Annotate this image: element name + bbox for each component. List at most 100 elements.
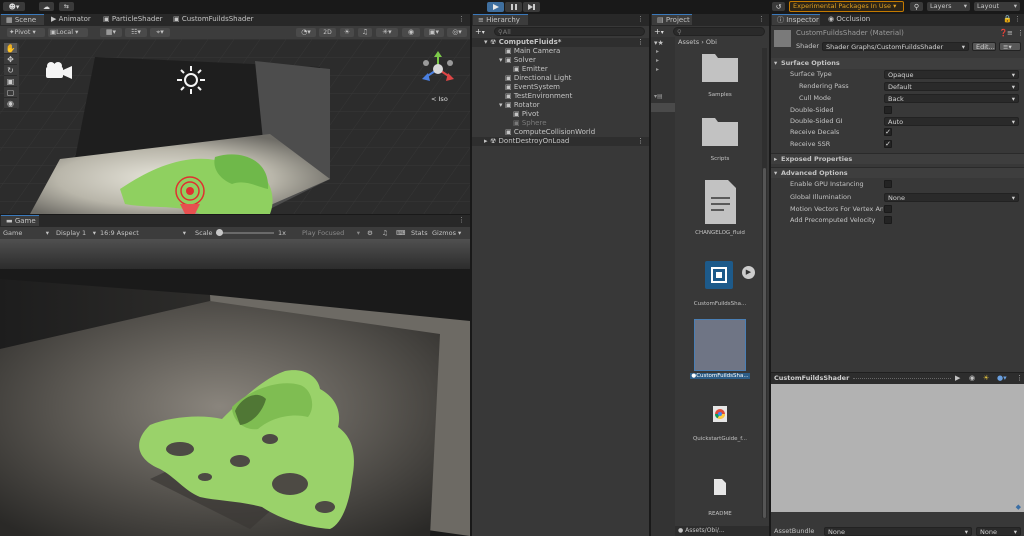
game-mode-dropdown[interactable]: Game ▾ <box>3 227 51 239</box>
frame-debugger-icon[interactable]: ⚙ <box>367 227 373 239</box>
effects-dropdown[interactable]: ✳▾ <box>376 28 398 37</box>
hierarchy-row-compute-collision-world[interactable]: ▣ ComputeCollisionWorld <box>472 128 649 137</box>
hierarchy-row-solver[interactable]: ▾ ▣ Solver <box>472 56 649 65</box>
preview-drag-handle[interactable] <box>853 378 951 379</box>
tab-custom-fluids-shader[interactable]: ▣ CustomFuildsShader <box>168 14 254 25</box>
preview-shape-icon[interactable]: ●▾ <box>997 374 1007 382</box>
grid-snap-button[interactable]: ▦▾ <box>100 28 122 37</box>
pivot-dropdown[interactable]: ✦Pivot ▾ <box>7 28 45 37</box>
collab-button[interactable]: ⇆ <box>59 2 74 11</box>
receive-ssr-checkbox[interactable]: ✓ <box>884 140 892 148</box>
shortcuts-icon[interactable]: ⌨ <box>396 227 405 239</box>
asset-item-custom-fluids-shadergraph[interactable]: ▶ CustomFuildsSha... <box>685 258 755 307</box>
local-dropdown[interactable]: ▣Local ▾ <box>48 28 88 37</box>
directional-light-gizmo-icon[interactable] <box>176 65 206 95</box>
game-more-menu-icon[interactable]: ⋮ <box>458 216 465 224</box>
layout-dropdown[interactable]: Layout ▾ <box>974 2 1020 11</box>
experimental-packages-badge[interactable]: Experimental Packages In Use ▾ <box>789 1 904 12</box>
stats-toggle[interactable]: Stats <box>411 227 428 239</box>
tab-occlusion[interactable]: ◉ Occlusion <box>823 14 873 25</box>
account-dropdown[interactable]: ☻ ▾ <box>3 2 25 11</box>
draw-mode-dropdown[interactable]: ◔▾ <box>296 28 316 37</box>
motion-vectors-checkbox[interactable] <box>884 205 892 213</box>
hierarchy-row-directional-light[interactable]: ▣ Directional Light <box>472 74 649 83</box>
mute-audio-icon[interactable]: ♫ <box>382 227 388 239</box>
section-surface-options[interactable]: ▾ Surface Options <box>771 58 1024 69</box>
gizmos-dropdown[interactable]: ◎▾ <box>447 28 467 37</box>
incremental-snap-button[interactable]: ⌖▾ <box>150 28 170 37</box>
inspector-lock-icon[interactable]: 🔒 <box>1003 15 1012 23</box>
section-advanced-options[interactable]: ▾ Advanced Options <box>771 167 1024 178</box>
edit-shader-button[interactable]: Edit... <box>972 42 996 51</box>
layers-dropdown[interactable]: Layers ▾ <box>927 2 970 11</box>
surface-type-dropdown[interactable]: Opaque ▾ <box>884 70 1019 79</box>
project-more-menu-icon[interactable]: ⋮ <box>758 15 765 23</box>
tab-inspector[interactable]: ⓘ Inspector <box>772 14 820 25</box>
assetbundle-variant-dropdown[interactable]: None ▾ <box>976 527 1021 536</box>
tree-row-selected[interactable] <box>651 103 675 112</box>
display-dropdown[interactable]: Display 1 ▾ <box>56 227 98 239</box>
rotate-tool-icon[interactable]: ↻ <box>4 65 17 76</box>
hierarchy-row-sphere[interactable]: ▣ Sphere <box>472 119 649 128</box>
hierarchy-row-event-system[interactable]: ▣ EventSystem <box>472 83 649 92</box>
double-sided-checkbox[interactable] <box>884 106 892 114</box>
play-preview-icon[interactable]: ▶ <box>955 374 960 382</box>
inspector-more-menu-icon[interactable]: ⋮ <box>1014 15 1021 23</box>
asset-item-samples[interactable]: Samples <box>685 48 755 98</box>
hierarchy-row-emitter[interactable]: ▣ Emitter <box>472 65 649 74</box>
hierarchy-row-compute-fluids[interactable]: ▾ ☢ ComputeFluids* ⋮ <box>472 38 649 47</box>
pause-button[interactable] <box>505 2 522 12</box>
global-illumination-dropdown[interactable]: None ▾ <box>884 193 1019 202</box>
lighting-toggle[interactable]: ☀ <box>340 28 354 37</box>
preview-mesh-icon[interactable]: ◉ <box>969 374 975 382</box>
project-search-input[interactable]: ⚲ <box>673 27 765 36</box>
material-preview-area[interactable]: ◆ <box>771 384 1024 512</box>
aspect-dropdown[interactable]: 16:9 Aspect ▾ <box>100 227 188 239</box>
transform-tool-icon[interactable]: ◉ <box>4 98 17 109</box>
hierarchy-row-main-camera[interactable]: ▣ Main Camera <box>472 47 649 56</box>
shader-dropdown[interactable]: Shader Graphs/CustomFuildsShader ▾ <box>822 42 969 51</box>
tree-row-3[interactable]: ▸ <box>656 66 659 73</box>
move-tool-icon[interactable]: ✥ <box>4 54 17 65</box>
tab-game[interactable]: ▬ Game <box>1 215 39 226</box>
hierarchy-add-button[interactable]: +▾ <box>475 27 485 36</box>
scale-tool-icon[interactable]: ▣ <box>4 76 17 87</box>
project-scrollbar-thumb[interactable] <box>763 168 766 518</box>
hand-tool-icon[interactable]: ✋ <box>4 43 17 54</box>
scene-more-menu-icon[interactable]: ⋮ <box>458 15 465 23</box>
preset-icon[interactable]: ≡ <box>1007 29 1013 37</box>
project-add-button[interactable]: +▾ <box>654 27 664 36</box>
preview-more-menu-icon[interactable]: ⋮ <box>1016 374 1023 382</box>
scene-viewport[interactable]: ✋ ✥ ↻ ▣ ▢ ◉ < Iso <box>0 39 470 214</box>
camera-gizmo-icon[interactable] <box>44 61 74 81</box>
visibility-toggle[interactable]: ◉ <box>402 28 420 37</box>
tab-hierarchy[interactable]: ≡ Hierarchy <box>473 14 528 25</box>
row-more-menu-icon[interactable]: ⋮ <box>637 137 644 146</box>
play-preview-icon[interactable]: ▶ <box>742 266 755 279</box>
section-exposed-properties[interactable]: ▸ Exposed Properties <box>771 153 1024 164</box>
2d-toggle[interactable]: 2D <box>319 28 336 37</box>
tree-row-2[interactable]: ▸ <box>656 57 659 64</box>
orientation-gizmo[interactable] <box>420 51 456 87</box>
cull-mode-dropdown[interactable]: Back ▾ <box>884 94 1019 103</box>
hierarchy-search-input[interactable]: ⚲All <box>494 27 645 36</box>
audio-toggle[interactable]: ♫ <box>358 28 372 37</box>
precomputed-velocity-checkbox[interactable] <box>884 216 892 224</box>
rendering-pass-dropdown[interactable]: Default ▾ <box>884 82 1019 91</box>
tab-scene[interactable]: ▦ Scene <box>1 14 44 25</box>
hierarchy-more-menu-icon[interactable]: ⋮ <box>637 15 644 23</box>
tab-particle-shader[interactable]: ▣ ParticleShader <box>98 14 164 25</box>
asset-item-custom-fluids-material[interactable]: ●CustomFuildsSha... <box>685 319 755 379</box>
assetbundle-dropdown[interactable]: None ▾ <box>824 527 972 536</box>
cloud-button[interactable]: ☁ <box>39 2 54 11</box>
preview-pin-icon[interactable]: ◆ <box>1016 503 1021 511</box>
project-scrollbar[interactable] <box>762 48 767 518</box>
gpu-instancing-checkbox[interactable] <box>884 180 892 188</box>
asset-item-scripts[interactable]: Scripts <box>685 112 755 162</box>
hierarchy-row-test-environment[interactable]: ▣ TestEnvironment <box>472 92 649 101</box>
shader-options-button[interactable]: ≡▾ <box>999 42 1021 51</box>
scale-slider[interactable] <box>216 229 274 236</box>
gizmos-toggle[interactable]: Gizmos ▾ <box>432 227 461 239</box>
row-more-menu-icon[interactable]: ⋮ <box>637 38 644 47</box>
projection-label[interactable]: < Iso <box>431 95 448 103</box>
